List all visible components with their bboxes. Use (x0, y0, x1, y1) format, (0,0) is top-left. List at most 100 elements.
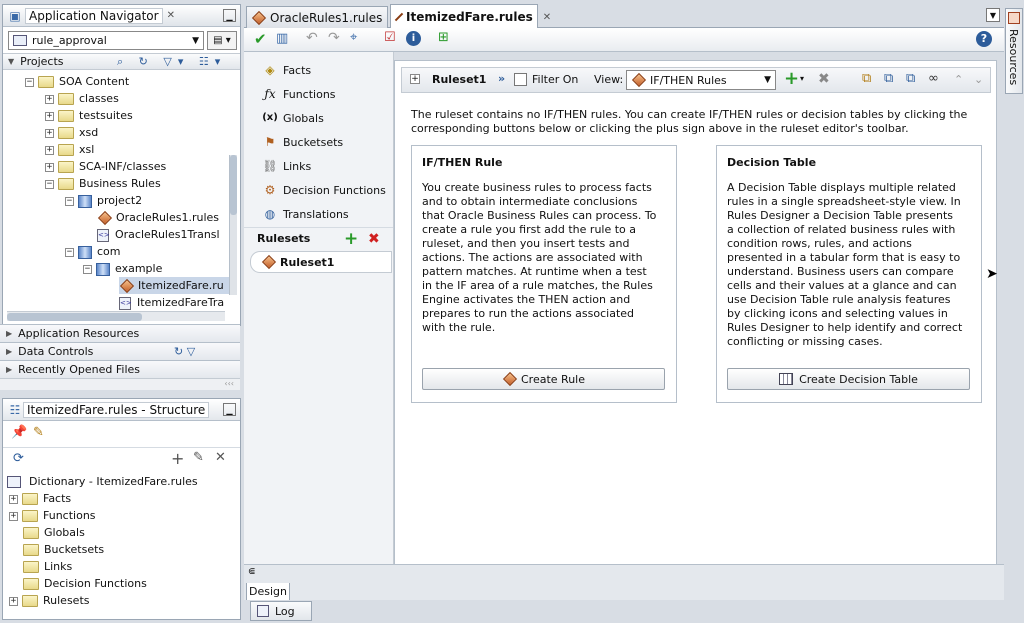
accordion-recent-files[interactable]: ▶ Recently Opened Files (0, 360, 240, 378)
tree-testsuites[interactable]: + testsuites (45, 107, 133, 124)
delete-ruleset-icon[interactable]: ✖ (368, 231, 380, 247)
structure-decision-functions[interactable]: Decision Functions (23, 575, 147, 592)
tab-oraclerules1[interactable]: OracleRules1.rules (246, 6, 388, 28)
structure-functions[interactable]: + Functions (9, 507, 96, 524)
log-tab[interactable]: Log (250, 601, 312, 621)
tree-oraclerules1-transl[interactable]: <> OracleRules1Transl (97, 226, 220, 243)
structure-bucketsets[interactable]: Bucketsets (23, 541, 104, 558)
create-rule-button[interactable]: Create Rule (422, 368, 665, 390)
expand-icon[interactable]: + (9, 494, 18, 504)
ruleset-item[interactable]: Ruleset1 (250, 251, 392, 273)
tree-classes[interactable]: + classes (45, 90, 119, 107)
structure-links[interactable]: Links (23, 558, 72, 575)
expand-icon[interactable]: + (45, 145, 54, 155)
add-rule-icon[interactable]: + (784, 68, 799, 89)
projects-header[interactable]: ▼ Projects ⌕ ↻ ▽▾ ☷▾ (3, 53, 240, 70)
structure-globals[interactable]: Globals (23, 524, 85, 541)
find-icon[interactable]: ⌖ (350, 30, 357, 45)
edit-pencil-icon[interactable]: ✎ (193, 450, 204, 465)
redo-icon[interactable]: ↷ (328, 30, 340, 46)
nav-functions[interactable]: ƒx Functions (262, 84, 335, 104)
collapse-icon[interactable]: − (65, 196, 74, 206)
paste-icon[interactable]: ⧉ (906, 71, 915, 86)
minimize-icon[interactable]: ▁ (223, 403, 236, 416)
tree-soa-content[interactable]: − SOA Content (25, 73, 129, 90)
copy-icon[interactable]: ⧉ (884, 71, 893, 86)
structure-root[interactable]: Dictionary - ItemizedFare.rules (7, 473, 198, 490)
tree-example[interactable]: − example (83, 260, 162, 277)
glasses-icon[interactable]: ∞ (928, 71, 939, 86)
structure-rulesets[interactable]: + Rulesets (9, 592, 90, 609)
expand-ruleset-icon[interactable]: + (410, 74, 420, 84)
horizontal-scrollbar[interactable] (7, 311, 225, 321)
collapse-icon[interactable]: − (83, 264, 92, 274)
nav-links[interactable]: ⛓ Links (262, 156, 311, 176)
refresh-icon[interactable]: ↻ ▽ (174, 345, 195, 358)
delete-icon[interactable]: ✕ (215, 450, 226, 465)
tab-itemizedfare[interactable]: ItemizedFare.rules ✕ (390, 4, 551, 29)
info-icon[interactable]: i (406, 31, 421, 46)
checklist-icon[interactable]: ☑ (384, 30, 396, 45)
tree-oraclerules1[interactable]: OracleRules1.rules (97, 209, 219, 226)
edit-icon[interactable]: ✎ (33, 425, 44, 440)
collapse-icon[interactable]: − (45, 179, 54, 189)
expand-bottom-icon[interactable]: ⋐ (248, 567, 256, 577)
book-icon[interactable]: ▥ (276, 31, 288, 46)
nav-translations[interactable]: ◍ Translations (262, 204, 349, 224)
expand-icon[interactable]: + (45, 111, 54, 121)
tree-xsd[interactable]: + xsd (45, 124, 98, 141)
minimize-icon[interactable]: ▁ (223, 9, 236, 22)
resources-tab[interactable]: Resources (1005, 8, 1023, 94)
delete-rule-icon[interactable]: ✖ (818, 71, 830, 87)
tree-business-rules[interactable]: − Business Rules (45, 175, 161, 192)
application-select[interactable]: rule_approval ▼ (8, 31, 204, 50)
nav-bucketsets[interactable]: ⚑ Bucketsets (262, 132, 344, 152)
move-down-icon[interactable]: ⌄ (974, 73, 983, 86)
nav-globals[interactable]: (x) Globals (262, 108, 324, 128)
structure-facts[interactable]: + Facts (9, 490, 71, 507)
tree-itemizedfare-rules[interactable]: ItemizedFare.ru (119, 277, 229, 294)
tree-xsl[interactable]: + xsl (45, 141, 94, 158)
deploy-icon[interactable]: ⊞ (438, 30, 449, 45)
scrollbar-thumb[interactable] (7, 313, 142, 321)
collapse-all-icon[interactable]: » (498, 72, 505, 85)
close-tab-icon[interactable]: ✕ (543, 12, 551, 23)
tree-com[interactable]: − com (65, 243, 121, 260)
accordion-data-controls[interactable]: ▶ Data Controls ↻ ▽ (0, 342, 240, 360)
app-icon (13, 35, 27, 46)
vertical-scrollbar[interactable] (229, 155, 237, 295)
move-icon[interactable]: ⧉ (862, 71, 871, 86)
collapse-icon[interactable]: − (25, 77, 34, 87)
accordion-application-resources[interactable]: ▶ Application Resources (0, 324, 240, 342)
move-up-icon[interactable]: ⌃ (954, 73, 963, 86)
expand-icon[interactable]: + (45, 162, 54, 172)
expand-icon[interactable]: + (45, 94, 54, 104)
add-ruleset-icon[interactable]: + (344, 229, 358, 249)
splitter-handle[interactable]: ‹‹‹ (0, 378, 240, 390)
expand-icon[interactable]: + (9, 596, 18, 606)
add-icon[interactable]: + (171, 449, 184, 468)
validate-icon[interactable]: ✔ (254, 30, 267, 48)
tree-itemizedfare-transl[interactable]: <> ItemizedFareTra (119, 294, 229, 311)
create-decision-table-button[interactable]: Create Decision Table (727, 368, 970, 390)
collapse-icon[interactable]: − (65, 247, 74, 257)
sync-icon[interactable]: ⟳ (13, 451, 24, 466)
expand-icon[interactable]: + (45, 128, 54, 138)
design-tab[interactable]: Design (246, 583, 290, 601)
tree-sca-inf[interactable]: + SCA-INF/classes (45, 158, 166, 175)
close-tab-icon[interactable]: ✕ (167, 10, 175, 21)
add-dropdown-icon[interactable]: ▾ (800, 74, 804, 83)
undo-icon[interactable]: ↶ (306, 30, 318, 46)
app-menu-button[interactable]: ▤ ▾ (207, 31, 237, 50)
help-icon[interactable]: ? (976, 31, 992, 47)
scrollbar-thumb[interactable] (230, 155, 237, 215)
filter-checkbox[interactable] (514, 73, 527, 86)
tab-list-dropdown-icon[interactable]: ▼ (986, 8, 1000, 22)
nav-decision-functions[interactable]: ⚙ Decision Functions (262, 180, 386, 200)
view-select[interactable]: IF/THEN Rules ▼ (626, 70, 776, 90)
expand-icon[interactable]: + (9, 511, 18, 521)
tree-project2[interactable]: − project2 (65, 192, 142, 209)
nav-facts[interactable]: ◈ Facts (262, 60, 311, 80)
projects-toolbar-icons[interactable]: ⌕ ↻ ▽▾ ☷▾ (117, 55, 226, 69)
pin-icon[interactable]: 📌 (11, 425, 27, 440)
